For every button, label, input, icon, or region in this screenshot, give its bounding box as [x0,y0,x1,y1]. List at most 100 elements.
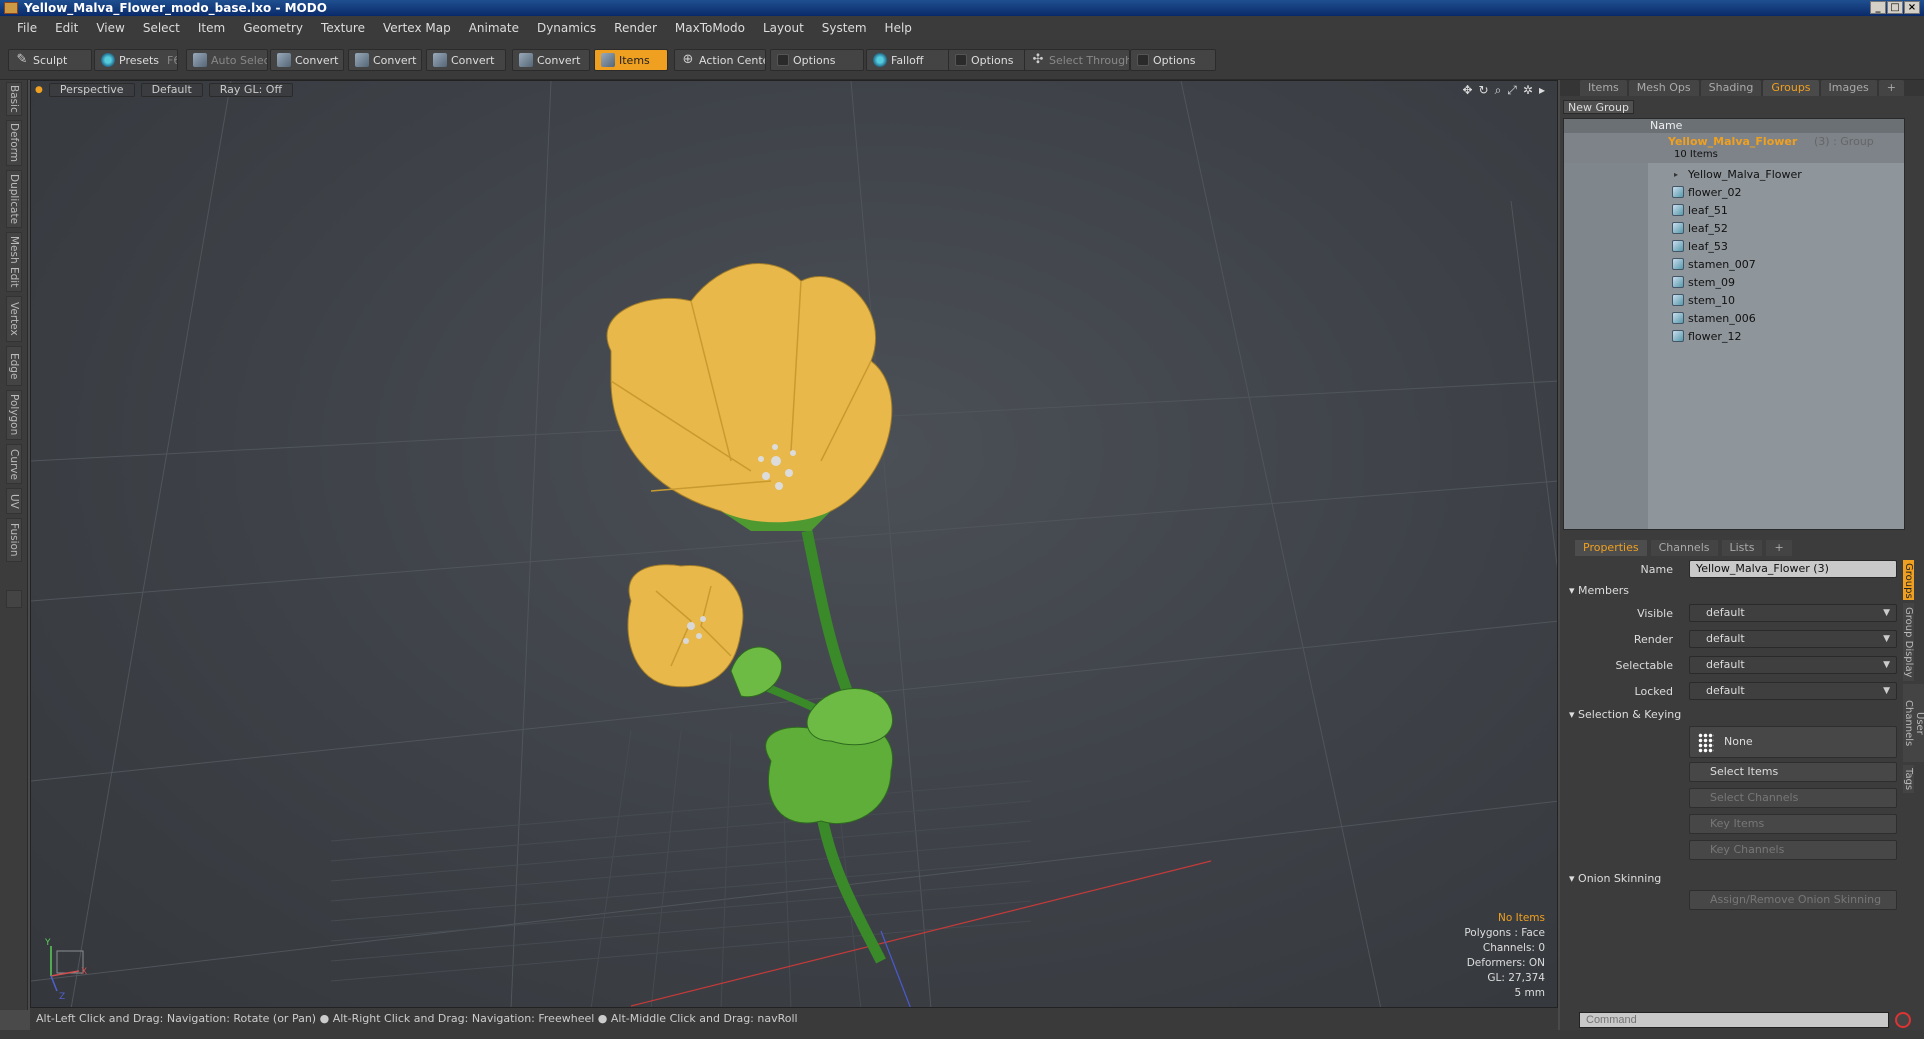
menu-help[interactable]: Help [876,16,921,40]
convert-button-3[interactable]: Convert [426,49,506,71]
render-dropdown[interactable]: default ▼ [1689,630,1897,648]
menu-render[interactable]: Render [605,16,666,40]
tab-duplicate[interactable]: Duplicate [6,170,22,228]
members-section[interactable]: ▾ Members [1569,584,1629,597]
minimize-button[interactable]: _ [1870,1,1886,14]
menu-vertex-map[interactable]: Vertex Map [374,16,460,40]
3d-viewport[interactable]: ● Perspective Default Ray GL: Off ✥ ↻ ⌕ … [30,80,1558,1008]
list-item[interactable]: stamen_006 [1564,309,1904,327]
expand-icon[interactable]: ▸ [1539,83,1545,98]
new-group-button[interactable]: New Group [1563,100,1634,114]
tab-polygon[interactable]: Polygon [6,390,22,440]
key-items-button[interactable]: Key Items [1689,814,1897,834]
tab-items[interactable]: Items [1580,80,1627,96]
fit-icon[interactable]: ⤢ [1507,83,1517,98]
presets-button[interactable]: PresetsF6 [94,49,178,71]
tab-edge[interactable]: Edge [6,346,22,386]
viewport-menu-icon[interactable]: ● [35,85,43,95]
rotate-icon[interactable]: ↻ [1479,83,1489,98]
menu-item[interactable]: Item [189,16,234,40]
tab-expand-icon[interactable] [6,590,22,608]
menu-edit[interactable]: Edit [46,16,87,40]
list-item[interactable]: flower_12 [1564,327,1904,345]
tab-fusion[interactable]: Fusion [6,518,22,562]
convert-button-2[interactable]: Convert [348,49,422,71]
command-history-icon[interactable] [1895,1012,1911,1028]
tab-vertex[interactable]: Vertex [6,296,22,342]
name-field[interactable]: Yellow_Malva_Flower (3) [1689,560,1897,578]
tab-images[interactable]: Images [1820,80,1877,96]
sculpt-button[interactable]: ✎ Sculpt [8,49,92,71]
tab-properties[interactable]: Properties [1575,540,1647,556]
action-center-button[interactable]: ⊕Action Center [674,49,766,71]
none-button[interactable]: None [1689,726,1897,758]
selectable-label: Selectable [1615,659,1673,672]
list-item[interactable]: ▸ Yellow_Malva_Flower [1564,165,1904,183]
group-row[interactable]: Yellow_Malva_Flower (3) : Group 10 Items [1564,133,1904,163]
menu-select[interactable]: Select [134,16,189,40]
menu-texture[interactable]: Texture [312,16,374,40]
close-button[interactable]: × [1904,1,1920,14]
side-tab-user-channels[interactable]: User Channels [1903,684,1924,762]
select-options-button[interactable]: Options [1130,49,1216,71]
tab-uv[interactable]: UV [6,488,22,514]
tab-groups[interactable]: Groups [1763,80,1819,96]
menu-view[interactable]: View [87,16,133,40]
locked-dropdown[interactable]: default ▼ [1689,682,1897,700]
convert-button-4[interactable]: Convert [512,49,590,71]
menu-layout[interactable]: Layout [754,16,813,40]
side-tab-group-display[interactable]: Group Display [1903,603,1914,681]
zoom-icon[interactable]: ⌕ [1495,83,1502,98]
menu-dynamics[interactable]: Dynamics [528,16,605,40]
add-tab-icon[interactable]: + [1766,540,1792,556]
tab-lists[interactable]: Lists [1721,540,1763,556]
tab-basic[interactable]: Basic [6,82,22,116]
menu-geometry[interactable]: Geometry [234,16,312,40]
list-item[interactable]: stem_09 [1564,273,1904,291]
pan-icon[interactable]: ✥ [1462,83,1472,98]
menu-file[interactable]: File [8,16,46,40]
menu-maxtomodo[interactable]: MaxToModo [666,16,754,40]
list-item[interactable]: stamen_007 [1564,255,1904,273]
side-tab-tags[interactable]: Tags [1903,765,1914,793]
falloff-button[interactable]: Falloff [866,49,950,71]
visible-dropdown[interactable]: default ▼ [1689,604,1897,622]
convert-button-1[interactable]: Convert [270,49,344,71]
tab-channels[interactable]: Channels [1650,540,1718,556]
tab-deform[interactable]: Deform [6,120,22,166]
command-input[interactable] [1579,1012,1889,1028]
list-item[interactable]: leaf_51 [1564,201,1904,219]
menu-system[interactable]: System [813,16,876,40]
onion-skinning-button[interactable]: Assign/Remove Onion Skinning [1689,890,1897,910]
tab-mesh-edit[interactable]: Mesh Edit [6,232,22,292]
side-tab-groups[interactable]: Groups [1903,560,1914,600]
visible-label: Visible [1637,607,1673,620]
raygl-button[interactable]: Ray GL: Off [208,83,294,97]
menu-animate[interactable]: Animate [460,16,528,40]
shading-button[interactable]: Default [140,83,203,97]
auto-select-button[interactable]: Auto Select [186,49,268,71]
tab-mesh-ops[interactable]: Mesh Ops [1628,80,1699,96]
select-through-button[interactable]: ✣ Select Through [1024,49,1130,71]
onion-skinning-section[interactable]: ▾ Onion Skinning [1569,872,1661,885]
z-axis-line [880,930,911,1007]
list-item[interactable]: leaf_53 [1564,237,1904,255]
select-items-button[interactable]: Select Items [1689,762,1897,782]
action-center-options-button[interactable]: Options [770,49,864,71]
items-mode-button[interactable]: Items [594,49,668,71]
maximize-button[interactable]: □ [1887,1,1903,14]
selection-keying-section[interactable]: ▾ Selection & Keying [1569,708,1681,721]
list-item[interactable]: flower_02 [1564,183,1904,201]
tab-curve[interactable]: Curve [6,444,22,484]
tab-shading[interactable]: Shading [1700,80,1762,96]
key-channels-button[interactable]: Key Channels [1689,840,1897,860]
settings-icon[interactable]: ✲ [1523,83,1533,98]
falloff-options-button[interactable]: Options [948,49,1026,71]
name-column-header[interactable]: Name [1650,119,1682,133]
select-channels-button[interactable]: Select Channels [1689,788,1897,808]
view-type-button[interactable]: Perspective [48,83,135,97]
selectable-dropdown[interactable]: default ▼ [1689,656,1897,674]
list-item[interactable]: stem_10 [1564,291,1904,309]
add-tab-icon[interactable]: + [1878,80,1904,96]
list-item[interactable]: leaf_52 [1564,219,1904,237]
